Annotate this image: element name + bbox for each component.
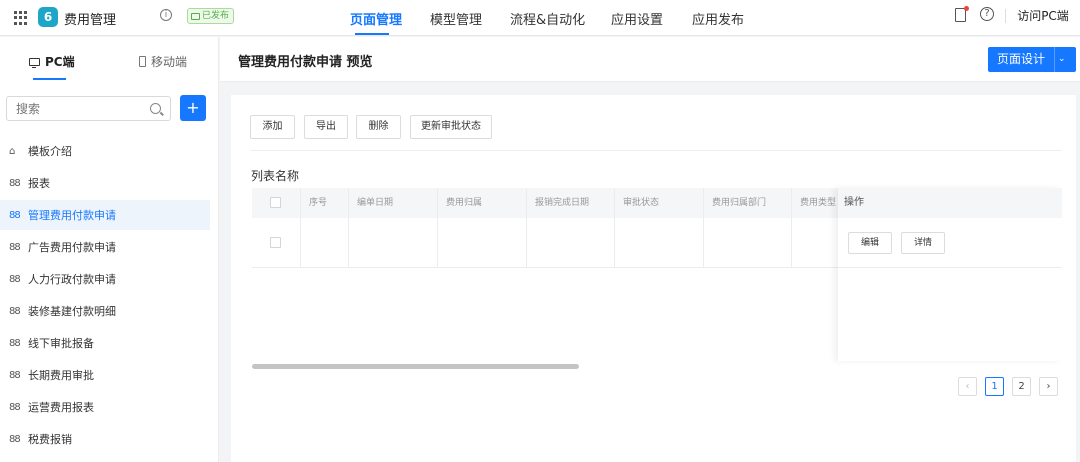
tab-mobile-label: 移动端 — [151, 55, 188, 69]
info-icon[interactable]: i — [160, 9, 172, 21]
search-input[interactable] — [6, 96, 171, 121]
sidebar-item-label: 人力行政付款申请 — [28, 273, 116, 286]
update-approval-status-button[interactable]: 更新审批状态 — [410, 115, 492, 139]
help-icon[interactable]: ? — [980, 7, 994, 21]
form-icon: 88 — [9, 273, 21, 285]
form-icon: 88 — [9, 433, 21, 445]
tab-app-publish[interactable]: 应用发布 — [692, 9, 744, 28]
table-cell — [300, 218, 348, 268]
top-bar: 6 费用管理 i 已发布 页面管理 模型管理 流程&自动化 应用设置 应用发布 … — [0, 0, 1080, 36]
divider — [838, 267, 1062, 268]
sidebar-item-long-term-approval[interactable]: 88 长期费用审批 — [0, 360, 210, 390]
detail-button[interactable]: 详情 — [901, 232, 945, 254]
sidebar-item-label: 广告费用付款申请 — [28, 241, 116, 254]
add-page-button[interactable]: + — [180, 95, 206, 121]
sidebar-item-label: 长期费用审批 — [28, 369, 94, 382]
sidebar-item-admin-expense-payment[interactable]: 88 管理费用付款申请 — [0, 200, 210, 230]
table-cell — [614, 218, 703, 268]
sidebar-item-label: 报表 — [28, 177, 50, 190]
edit-button[interactable]: 编辑 — [848, 232, 892, 254]
status-badge-label: 已发布 — [202, 11, 230, 21]
device-tab-indicator — [33, 78, 66, 80]
horizontal-scrollbar[interactable] — [252, 364, 579, 369]
tab-app-settings[interactable]: 应用设置 — [611, 9, 663, 28]
sidebar-item-renovation-payment-detail[interactable]: 88 装修基建付款明细 — [0, 296, 210, 326]
table-cell — [348, 218, 437, 268]
column-header: 序号 — [300, 188, 348, 218]
list-title: 列表名称 — [251, 169, 300, 183]
sidebar-item-hr-admin-payment[interactable]: 88 人力行政付款申请 — [0, 264, 210, 294]
table-cell — [437, 218, 526, 268]
sidebar-item-label: 管理费用付款申请 — [28, 209, 116, 222]
add-button[interactable]: 添加 — [250, 115, 295, 139]
form-icon: 88 — [9, 209, 21, 221]
sidebar-item-template-intro[interactable]: ⌂ 模板介绍 — [0, 136, 210, 166]
tab-process-automation[interactable]: 流程&自动化 — [510, 9, 585, 28]
visit-pc-button[interactable]: 访问PC端 — [1012, 5, 1074, 27]
select-all-checkbox[interactable] — [270, 197, 281, 208]
notification-dot — [964, 6, 969, 11]
delete-button[interactable]: 删除 — [356, 115, 401, 139]
form-icon: 88 — [9, 241, 21, 253]
search-icon[interactable] — [150, 103, 161, 114]
table-cell — [526, 218, 614, 268]
form-icon: 88 — [9, 305, 21, 317]
sidebar-item-label: 模板介绍 — [28, 145, 72, 158]
next-page-button[interactable]: › — [1039, 377, 1058, 396]
page-design-label: 页面设计 — [996, 52, 1045, 66]
column-header: 费用归属部门 — [703, 188, 791, 218]
status-badge: 已发布 — [187, 8, 235, 24]
monitor-icon — [191, 12, 200, 20]
column-header: 报销完成日期 — [526, 188, 614, 218]
tab-model-management[interactable]: 模型管理 — [430, 9, 482, 28]
main-header: 管理费用付款申请 预览 页面设计 ⌄ — [220, 37, 1080, 82]
divider — [1005, 9, 1006, 23]
sidebar: PC端 移动端 + ⌂ 模板介绍 88 报表 88 管理费用付款申请 88 广告… — [0, 37, 219, 462]
form-icon: 88 — [9, 401, 21, 413]
sidebar-item-label: 运营费用报表 — [28, 401, 94, 414]
page-title: 管理费用付款申请 预览 — [238, 55, 373, 70]
prev-page-button[interactable]: ‹ — [958, 377, 977, 396]
sidebar-item-operating-expense-report[interactable]: 88 运营费用报表 — [0, 392, 210, 422]
column-header: 费用归属 — [437, 188, 526, 218]
sidebar-item-label: 税费报销 — [28, 433, 72, 446]
page-design-button[interactable]: 页面设计 ⌄ — [988, 47, 1076, 72]
row-checkbox[interactable] — [270, 237, 281, 248]
sidebar-item-tax-reimbursement[interactable]: 88 税费报销 — [0, 424, 210, 454]
sidebar-item-label: 装修基建付款明细 — [28, 305, 116, 318]
form-icon: 88 — [9, 369, 21, 381]
content-panel: 添加 导出 删除 更新审批状态 列表名称 序号 编单日期 费用归属 报销完成日期… — [231, 95, 1076, 462]
button-divider — [1054, 47, 1055, 72]
sidebar-item-offline-approval[interactable]: 88 线下审批报备 — [0, 328, 210, 358]
monitor-icon — [29, 57, 40, 68]
sidebar-item-label: 线下审批报备 — [28, 337, 94, 350]
tab-pc[interactable]: PC端 — [29, 53, 75, 70]
chevron-down-icon[interactable]: ⌄ — [1058, 47, 1066, 71]
tab-mobile[interactable]: 移动端 — [139, 53, 187, 70]
app-logo: 6 — [38, 7, 58, 27]
app-name: 费用管理 — [64, 13, 117, 28]
home-icon: ⌂ — [9, 145, 15, 157]
report-icon: 88 — [9, 177, 21, 189]
table-cell — [703, 218, 791, 268]
page-1-button[interactable]: 1 — [985, 377, 1004, 396]
export-button[interactable]: 导出 — [304, 115, 348, 139]
column-header-operations: 操作 — [838, 188, 1062, 218]
tab-page-management[interactable]: 页面管理 — [350, 9, 402, 28]
phone-icon — [139, 56, 146, 67]
active-tab-indicator — [355, 33, 389, 35]
form-icon: 88 — [9, 337, 21, 349]
sidebar-item-ad-expense-payment[interactable]: 88 广告费用付款申请 — [0, 232, 210, 262]
column-header: 审批状态 — [614, 188, 703, 218]
divider — [250, 150, 1062, 151]
operations-column: 操作 编辑 详情 — [838, 188, 1062, 361]
app-grid-icon[interactable] — [14, 11, 28, 25]
sidebar-item-report[interactable]: 88 报表 — [0, 168, 210, 198]
page-2-button[interactable]: 2 — [1012, 377, 1031, 396]
tab-pc-label: PC端 — [45, 55, 75, 69]
column-header: 编单日期 — [348, 188, 437, 218]
